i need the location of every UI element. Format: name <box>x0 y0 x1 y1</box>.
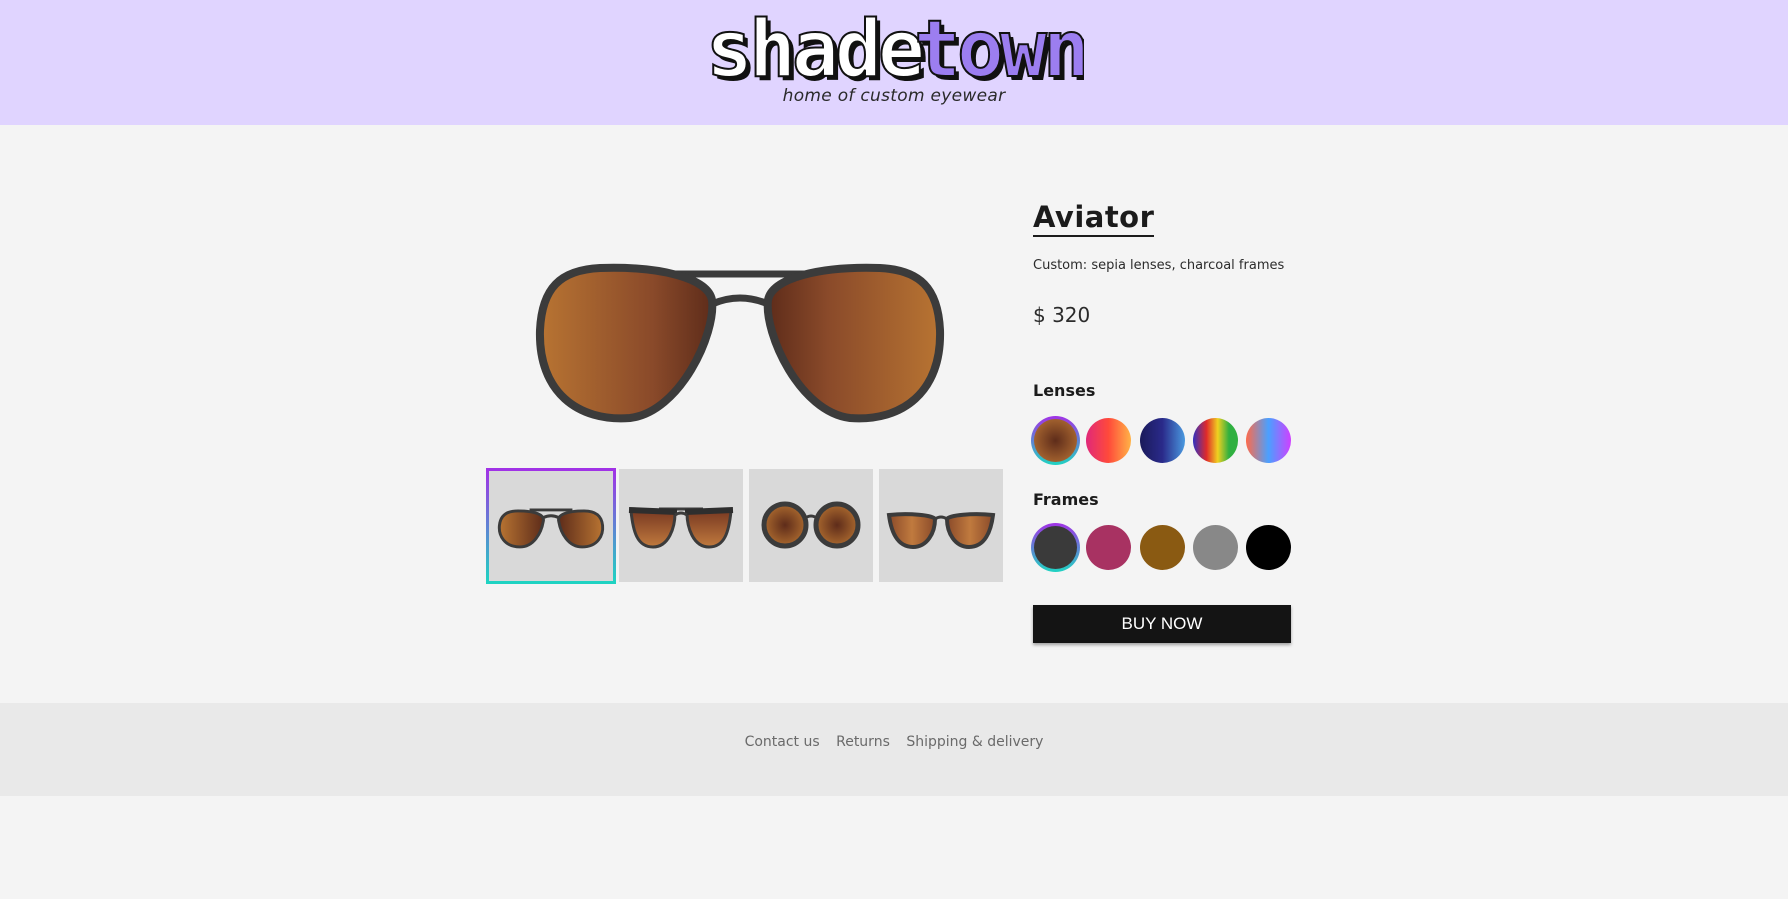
browline-thumb-icon <box>628 507 734 549</box>
frame-swatch-bronze[interactable] <box>1140 525 1185 570</box>
custom-description: Custom: sepia lenses, charcoal frames <box>1033 258 1285 273</box>
shadetown-logo[interactable]: shade shade town town <box>704 6 1084 90</box>
logo-town-face: town <box>914 6 1084 90</box>
frames-label: Frames <box>1033 490 1099 509</box>
aviator-thumb-icon <box>497 508 605 549</box>
thumbnail-round[interactable] <box>749 469 873 582</box>
site-header: shade shade town town home of custom eye… <box>0 0 1788 125</box>
lenses-label: Lenses <box>1033 381 1096 400</box>
logo-shade-face: shade <box>706 6 922 90</box>
lens-swatch-sepia[interactable] <box>1031 416 1080 465</box>
frame-swatch-grey[interactable] <box>1193 525 1238 570</box>
tagline: home of custom eyewear <box>782 86 1006 106</box>
footer-link-contact[interactable]: Contact us <box>745 734 820 750</box>
lens-swatch-sunset[interactable] <box>1086 418 1131 463</box>
thumbnail-browline[interactable] <box>619 469 743 582</box>
product-price: $ 320 <box>1033 303 1091 327</box>
buy-now-button[interactable]: BUY NOW <box>1033 605 1291 643</box>
cat-eye-thumb-icon <box>886 512 996 550</box>
round-thumb-icon <box>761 501 861 549</box>
aviator-sunglasses-icon <box>535 263 945 423</box>
frame-swatch-raspberry[interactable] <box>1086 525 1131 570</box>
thumbnail-cat-eye[interactable] <box>879 469 1003 582</box>
footer-link-returns[interactable]: Returns <box>836 734 890 750</box>
product-title: Aviator <box>1033 200 1155 237</box>
lens-swatch-midnight[interactable] <box>1140 418 1185 463</box>
frame-swatch-charcoal[interactable] <box>1031 523 1080 572</box>
frame-swatch-black[interactable] <box>1246 525 1291 570</box>
site-footer: Contact us Returns Shipping & delivery <box>0 703 1788 796</box>
footer-link-shipping[interactable]: Shipping & delivery <box>906 734 1043 750</box>
lens-swatch-rainbow[interactable] <box>1193 418 1238 463</box>
footer-links: Contact us Returns Shipping & delivery <box>0 734 1788 750</box>
lens-swatch-iridescent[interactable] <box>1246 418 1291 463</box>
thumbnail-aviator[interactable] <box>486 468 616 584</box>
